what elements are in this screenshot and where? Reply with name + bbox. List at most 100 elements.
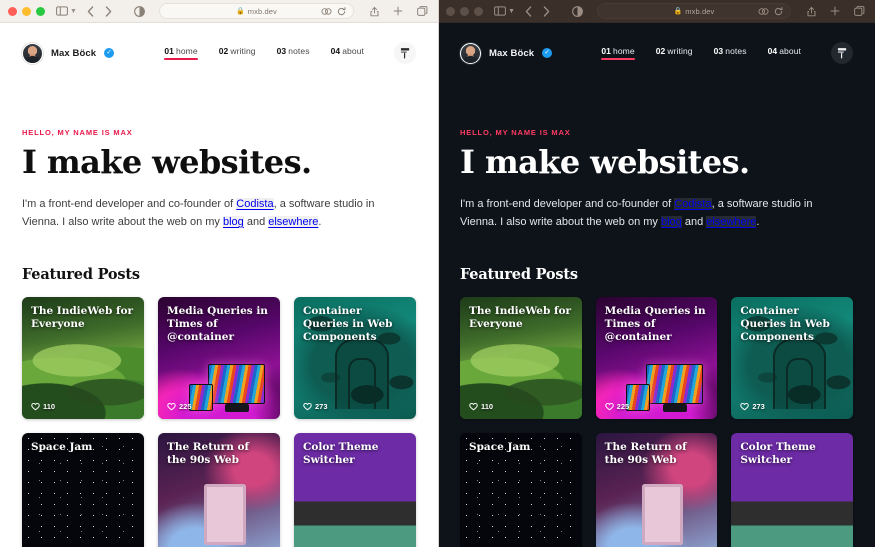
back-arrow-icon[interactable]	[87, 3, 94, 19]
nav-item-notes[interactable]: 03 notes	[714, 46, 747, 60]
verified-badge-icon: ✓	[104, 48, 115, 58]
browser-navigation-arrows[interactable]	[525, 3, 550, 19]
nav-item-about[interactable]: 04 about	[331, 46, 364, 60]
post-card[interactable]: Container Queries in Web Components 273	[731, 296, 853, 419]
nav-item-notes[interactable]: 03 notes	[277, 46, 310, 60]
brand-name: Max Böck	[51, 47, 97, 59]
address-bar[interactable]: 🔒 mxb.dev	[158, 3, 354, 19]
featured-posts-grid: The IndieWeb for Everyone 110 Media Quer…	[460, 296, 853, 547]
window-traffic-lights[interactable]	[446, 6, 483, 16]
reload-icon[interactable]	[774, 3, 783, 19]
post-likes: 273	[740, 402, 765, 411]
reader-contrast-icon[interactable]	[572, 3, 583, 19]
nav-item-home[interactable]: 01 home	[164, 46, 199, 60]
likes-count: 110	[43, 401, 56, 411]
forward-arrow-icon[interactable]	[543, 3, 550, 19]
nav-item-writing[interactable]: 02 writing	[219, 46, 256, 60]
reader-contrast-icon[interactable]	[134, 3, 145, 19]
post-card[interactable]: Space Jam	[460, 432, 582, 547]
toolbar-right-actions	[370, 3, 430, 19]
nav-item-home[interactable]: 01 home	[601, 46, 636, 60]
post-card[interactable]: Color Theme Switcher	[294, 432, 416, 547]
tab-overview-icon[interactable]	[854, 3, 865, 19]
nav-number: 02	[655, 46, 666, 56]
nav-label: about	[342, 46, 364, 56]
link-blog[interactable]: blog	[222, 215, 244, 228]
brand-link[interactable]: Max Böck ✓	[460, 42, 553, 64]
nav-item-about[interactable]: 04 about	[768, 46, 801, 60]
webpage-light: Max Böck ✓ 01 home 02 writing 03 notes 04 ab…	[0, 23, 438, 547]
sidebar-toggle-icon[interactable]	[494, 3, 506, 19]
link-codista[interactable]: Codista	[236, 197, 274, 210]
post-card[interactable]: Container Queries in Web Components 273	[294, 296, 416, 419]
likes-count: 273	[752, 401, 765, 411]
close-window-button[interactable]	[8, 6, 17, 16]
post-card[interactable]: The IndieWeb for Everyone 110	[460, 296, 582, 419]
post-card[interactable]: Color Theme Switcher	[731, 432, 853, 547]
close-window-button[interactable]	[446, 6, 455, 16]
browser-window-light: ▼ 🔒 mxb.dev Max Böck ✓ 01 home 02 writin…	[0, 0, 438, 547]
likes-count: 225	[179, 401, 192, 411]
theme-switcher-button[interactable]	[394, 42, 416, 64]
sidebar-toggle-icon[interactable]	[56, 3, 68, 19]
hero-section: HELLO, MY NAME IS MAX I make websites. I…	[22, 77, 416, 232]
link-codista[interactable]: Codista	[674, 197, 712, 210]
nav-label: notes	[288, 46, 310, 56]
post-card[interactable]: Space Jam	[22, 432, 144, 547]
post-card[interactable]: Media Queries in Times of @container 225	[158, 296, 280, 419]
hero-text-part3: and	[243, 215, 269, 228]
address-bar[interactable]: 🔒 mxb.dev	[596, 3, 791, 19]
window-traffic-lights[interactable]	[8, 6, 45, 16]
plus-icon[interactable]	[393, 3, 403, 19]
monitor-screen-small	[188, 384, 213, 412]
featured-posts-heading: Featured Posts	[460, 265, 578, 283]
post-card[interactable]: Media Queries in Times of @container 225	[595, 296, 718, 419]
monitor-screen-large	[645, 363, 703, 404]
minimize-window-button[interactable]	[460, 6, 469, 16]
plus-icon[interactable]	[830, 3, 840, 19]
nav-number: 01	[601, 46, 612, 56]
link-elsewhere[interactable]: elsewhere	[268, 215, 319, 228]
minimize-window-button[interactable]	[22, 6, 31, 16]
browser-navigation-arrows[interactable]	[87, 3, 112, 19]
reload-icon[interactable]	[337, 3, 346, 19]
likes-count: 110	[481, 401, 494, 411]
maximize-window-button[interactable]	[474, 6, 483, 16]
post-card[interactable]: The Return of the 90s Web	[595, 432, 718, 547]
post-likes: 110	[31, 402, 55, 411]
post-title: Media Queries in Times of @container	[167, 304, 268, 343]
post-title: Color Theme Switcher	[740, 440, 816, 466]
post-title: Space Jam	[31, 440, 93, 453]
forward-arrow-icon[interactable]	[105, 3, 112, 19]
sidebar-dropdown-icon[interactable]: ▼	[70, 8, 77, 15]
brand-link[interactable]: Max Böck ✓	[22, 42, 115, 64]
maximize-window-button[interactable]	[36, 6, 45, 16]
share-icon[interactable]	[370, 3, 379, 19]
tab-overview-icon[interactable]	[417, 3, 428, 19]
post-title: The IndieWeb for Everyone	[31, 304, 134, 330]
extensions-icon[interactable]	[321, 3, 332, 19]
page-title: I make websites.	[22, 143, 312, 181]
lock-icon: 🔒	[673, 8, 683, 15]
hero-text-part1: I'm a front-end developer and co-founder…	[22, 197, 237, 210]
extensions-icon[interactable]	[758, 3, 769, 19]
theme-switcher-button[interactable]	[831, 42, 853, 64]
link-blog[interactable]: blog	[660, 215, 682, 228]
monitor-screen-large	[208, 363, 266, 404]
webpage-dark: Max Böck ✓ 01 home 02 writing 03 notes 04 ab…	[438, 23, 875, 547]
nav-item-writing[interactable]: 02 writing	[656, 46, 693, 60]
post-title: The Return of the 90s Web	[167, 440, 250, 466]
post-card[interactable]: The Return of the 90s Web	[158, 432, 280, 547]
sidebar-dropdown-icon[interactable]: ▼	[508, 8, 515, 15]
nav-number: 01	[164, 46, 175, 56]
nav-number: 04	[330, 46, 341, 56]
url-text: mxb.dev	[685, 6, 715, 16]
back-arrow-icon[interactable]	[525, 3, 532, 19]
window-divider	[438, 0, 439, 547]
browser-toolbar-dark: ▼ 🔒 mxb.dev	[438, 0, 875, 23]
link-elsewhere[interactable]: elsewhere	[706, 215, 757, 228]
hero-text-part4: .	[756, 215, 760, 228]
nav-label: home	[613, 46, 635, 56]
share-icon[interactable]	[807, 3, 816, 19]
post-card[interactable]: The IndieWeb for Everyone 110	[22, 296, 144, 419]
